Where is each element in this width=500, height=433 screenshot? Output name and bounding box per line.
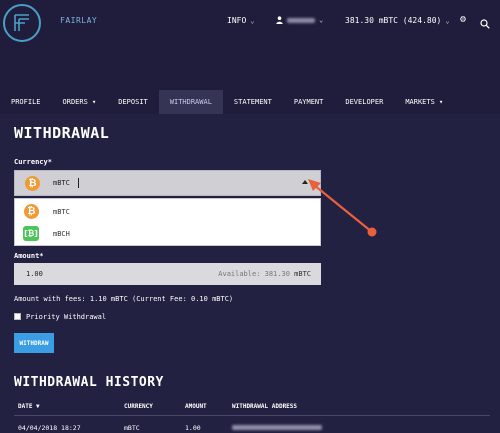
search-icon[interactable] [480,14,490,33]
chevron-down-icon: ⌄ [319,16,324,24]
info-menu[interactable]: INFO ⌄ [227,16,254,25]
fees-info: Amount with fees: 1.10 mBTC (Current Fee… [14,295,234,303]
chevron-down-icon: ⌄ [445,16,450,25]
amount-label: Amount* [14,252,44,260]
caret-down-icon: ▾ [87,98,97,106]
tab-label: DEPOSIT [118,98,148,106]
currency-option-mbtc[interactable]: ₿ mBTC [15,201,320,223]
tab-label: PAYMENT [293,98,324,106]
currency-label: Currency* [14,158,52,166]
fairlay-logo[interactable] [3,4,41,42]
balance-display: 381.30 mBTC (424.80) [345,16,442,25]
amount-input[interactable]: 1.00 Available: 381.30 mBTC [14,263,321,285]
tab-label: MARKETS [405,98,435,106]
available-unit: mBTC [294,270,311,278]
top-header: FAIRLAY INFO ⌄ ⌄ 381.30 mBTC (424.80) ⌄ … [0,0,500,86]
amount-value: 1.00 [26,270,43,278]
priority-label[interactable]: Priority Withdrawal [26,313,106,321]
account-tabs: PROFILE ORDERS ▾ DEPOSIT WITHDRAWAL STATEMEN… [0,90,500,114]
history-title: WITHDRAWAL HISTORY [14,375,164,390]
bitcoin-icon: ₿ [25,176,40,191]
info-menu-label: INFO [227,16,247,25]
tab-profile[interactable]: PROFILE [0,90,52,114]
user-icon [276,16,283,24]
currency-select-value: mBTC [53,179,70,187]
tab-label: DEVELOPER [345,98,384,106]
logo-mark-icon [14,14,29,31]
annotation-arrow [308,179,377,237]
tab-payment[interactable]: PAYMENT [283,90,335,114]
currency-select[interactable]: ₿ mBTC [14,170,321,196]
chevron-down-icon: ⌄ [250,16,255,25]
tab-label: WITHDRAWAL [169,98,212,106]
option-label: mBTC [53,208,70,216]
gear-icon[interactable]: ⚙ [460,14,466,25]
tab-label: STATEMENT [233,98,272,106]
table-cell-date: 04/04/2018 18:27 [18,424,81,432]
username-redacted [287,17,315,23]
available-prefix: Available: 381.30 [218,270,290,278]
option-label: mBCH [53,230,70,238]
column-header-address: WITHDRAWAL ADDRESS [232,403,298,410]
brand-name[interactable]: FAIRLAY [60,16,97,25]
table-cell-currency: mBTC [124,424,140,432]
page-title: WITHDRAWAL [14,124,110,142]
withdrawal-address-redacted [232,425,322,430]
caret-down-icon: ▾ [434,98,444,106]
column-header-amount: AMOUNT [185,403,207,410]
table-divider [14,415,490,416]
priority-checkbox[interactable] [14,313,21,320]
bitcoin-cash-icon: [₿] [23,226,39,241]
column-header-currency: CURRENCY [124,403,153,410]
table-cell-amount: 1.00 [185,424,201,432]
tab-markets[interactable]: MARKETS ▾ [394,90,454,114]
tab-deposit[interactable]: DEPOSIT [107,90,159,114]
currency-option-mbch[interactable]: [₿] mBCH [15,223,320,245]
tab-statement[interactable]: STATEMENT [223,90,283,114]
available-balance: Available: 381.30 mBTC [218,270,311,278]
withdraw-button[interactable]: WITHDRAW [14,333,54,353]
bitcoin-icon: ₿ [24,204,39,219]
column-header-date[interactable]: DATE ▼ [18,403,40,410]
tab-developer[interactable]: DEVELOPER [334,90,394,114]
balance-menu[interactable]: 381.30 mBTC (424.80) ⌄ [345,16,450,25]
tab-label: ORDERS [62,98,88,106]
currency-dropdown-menu: ₿ mBTC [₿] mBCH [14,198,321,246]
tab-label: PROFILE [11,98,41,106]
user-menu[interactable]: ⌄ [276,16,323,24]
text-cursor [78,178,79,188]
tab-orders[interactable]: ORDERS ▾ [52,90,108,114]
tab-withdrawal[interactable]: WITHDRAWAL [158,90,223,114]
